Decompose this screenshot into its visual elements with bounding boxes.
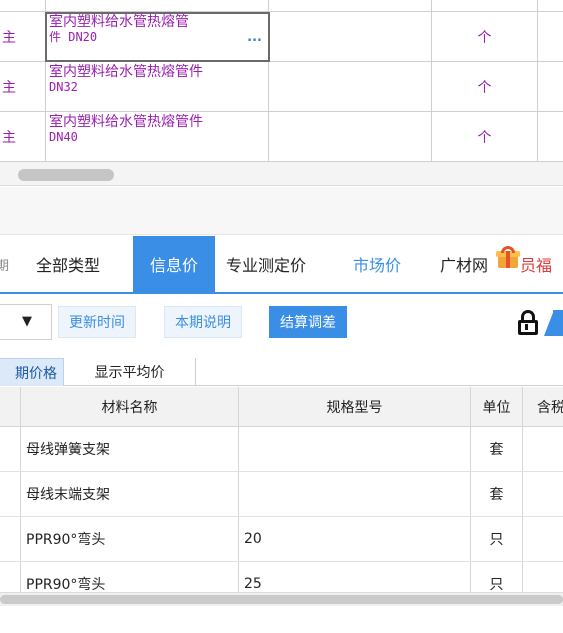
tab-info-price[interactable]: 信息价 [133,236,215,292]
update-time-button[interactable]: 更新时间 [58,306,136,338]
name-cell[interactable]: 室内塑料给水管热熔管件 DN32 [46,62,269,111]
material-name: PPR90°弯头 [21,517,239,561]
settle-adjust-button[interactable]: 结算调差 [269,306,347,338]
material-spec [239,472,471,516]
row-index [0,427,21,471]
grid-row-partial[interactable] [0,0,563,12]
name-line-2: 件 DN20 [49,30,98,44]
lock-body [518,320,538,335]
header-unit[interactable]: 单位 [471,387,523,426]
row-index [0,517,21,561]
type-cell: 主 [0,112,46,161]
extra-cell [538,12,563,61]
material-name: 母线末端支架 [21,472,239,516]
name-line-1: 室内塑料给水管热熔管件 [49,114,203,130]
panel-edge-fill [553,310,563,336]
tab-professional-price[interactable]: 专业测定价 [226,236,306,292]
table-row[interactable]: PPR90°弯头 20 只 [0,517,563,562]
row-index [0,562,21,592]
extra-cell [538,0,563,11]
more-button[interactable]: ... [247,30,262,45]
extra-cell [538,62,563,111]
name-cell[interactable]: 室内塑料给水管热熔管件 DN40 [46,112,269,161]
name-line-2: DN32 [49,80,78,94]
panel-splitter[interactable] [0,187,563,235]
material-tax-price [523,472,563,516]
scrollbar-thumb[interactable] [18,169,114,181]
name-cell [46,0,269,11]
row-index [0,472,21,516]
header-spec[interactable]: 规格型号 [239,387,471,426]
tab-all-types[interactable]: 全部类型 [36,236,100,292]
gift-icon[interactable] [496,246,520,268]
extra-cell [538,112,563,161]
footer-area [0,606,563,633]
grid-row[interactable]: 主 室内塑料给水管热熔管件 DN32 个 [0,62,563,112]
lock-icon[interactable] [517,310,539,336]
tab-show-average[interactable]: 显示平均价 [64,358,196,386]
tab-period-partial[interactable]: 期 [0,236,9,292]
tab-wide-material[interactable]: 广材网 [440,236,488,292]
material-unit: 套 [471,472,523,516]
spec-cell[interactable] [269,112,432,161]
header-index [0,387,21,426]
material-spec: 25 [239,562,471,592]
grid-row[interactable]: 主 室内塑料给水管热熔管件 DN40 个 [0,112,563,162]
header-material-name[interactable]: 材料名称 [21,387,239,426]
name-line-1: 室内塑料给水管热熔管件 [49,64,203,80]
gift-bow [501,246,515,253]
unit-cell: 个 [432,112,538,161]
material-unit: 只 [471,517,523,561]
scrollbar-thumb[interactable] [0,595,563,604]
type-cell: 主 [0,62,46,111]
unit-cell: 个 [432,12,538,61]
material-tax-price [523,427,563,471]
table-row[interactable]: 母线末端支架 套 [0,472,563,517]
grid-row[interactable]: 主 室内塑料给水管热熔管 件 DN20 ... 个 [0,12,563,62]
table-horizontal-scrollbar[interactable] [0,592,563,606]
material-spec: 20 [239,517,471,561]
tab-market-price[interactable]: 市场价 [353,236,401,292]
tab-member-benefits[interactable]: 员福 [520,236,552,292]
unit-cell [432,0,538,11]
gift-ribbon [506,251,510,268]
action-bar: ▼ 更新时间 本期说明 结算调差 [0,296,563,354]
name-cell[interactable]: 室内塑料给水管热熔管 件 DN20 ... [46,12,269,61]
material-spec [239,427,471,471]
price-source-tabs: 期 全部类型 信息价 专业测定价 市场价 广材网 员福 [0,236,563,294]
spec-cell[interactable] [269,62,432,111]
spec-cell[interactable] [269,12,432,61]
material-tax-price [523,562,563,592]
quantity-grid: 主 室内塑料给水管热熔管 件 DN20 ... 个 主 室内塑料给水管热熔管件 … [0,0,563,162]
material-unit: 只 [471,562,523,592]
price-view-subtabs: 期价格 显示平均价 [0,358,563,386]
material-name: PPR90°弯头 [21,562,239,592]
material-price-table: 材料名称 规格型号 单位 含税 母线弹簧支架 套 母线末端支架 套 PPR90°… [0,387,563,592]
type-cell: 主 [0,12,46,61]
table-row[interactable]: PPR90°弯头 25 只 [0,562,563,592]
name-line-1: 室内塑料给水管热熔管 [49,14,189,30]
grid-horizontal-scrollbar[interactable] [0,162,563,186]
material-name: 母线弹簧支架 [21,427,239,471]
spec-cell [269,0,432,11]
period-note-button[interactable]: 本期说明 [164,306,242,338]
lock-keyhole [525,324,528,330]
chevron-down-icon[interactable]: ▼ [22,314,32,329]
material-tax-price [523,517,563,561]
table-row[interactable]: 母线弹簧支架 套 [0,427,563,472]
unit-cell: 个 [432,62,538,111]
name-line-2: DN40 [49,130,78,144]
material-unit: 套 [471,427,523,471]
header-tax-price[interactable]: 含税 [523,387,563,426]
tab-period-price[interactable]: 期价格 [0,358,64,386]
table-header: 材料名称 规格型号 单位 含税 [0,387,563,427]
type-cell [0,0,46,11]
